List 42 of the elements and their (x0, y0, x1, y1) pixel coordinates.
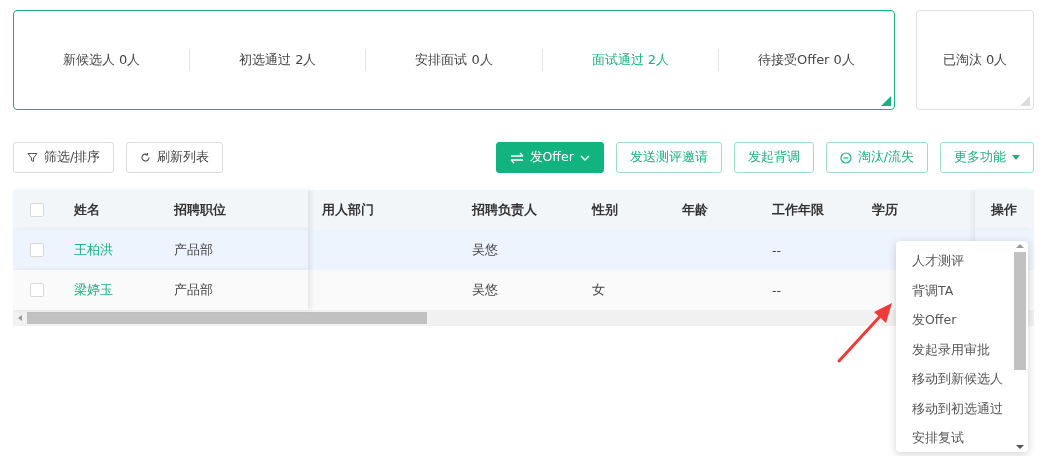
menu-item[interactable]: 安排复试 (896, 424, 1011, 452)
table-cell-text: 产品部 (173, 280, 214, 299)
eliminated-card[interactable]: 已淘汰 0人 (916, 10, 1034, 110)
checkbox[interactable] (30, 203, 44, 217)
stage-tab[interactable]: 新候选人 0人 (14, 51, 190, 69)
column-header: 操作 (991, 201, 1018, 219)
table-cell-text: -- (771, 241, 783, 260)
stage-tab[interactable]: 安排面试 0人 (366, 51, 542, 69)
ban-icon (839, 151, 852, 164)
caret-down-icon (1012, 155, 1020, 160)
stage-tab[interactable]: 初选通过 2人 (190, 51, 366, 69)
table-cell-text: 吴悠 (471, 240, 499, 259)
column-header: 年龄 (681, 200, 709, 219)
eliminated-label: 已淘汰 0人 (942, 51, 1008, 69)
menu-item[interactable]: 发Offer (896, 306, 1011, 336)
table-cell-text: 女 (591, 280, 606, 299)
column-header: 招聘职位 (172, 200, 227, 219)
checkbox[interactable] (30, 243, 44, 257)
corner-icon (1020, 96, 1030, 106)
stage-tab[interactable]: 待接受Offer 0人 (718, 51, 894, 69)
corner-icon (881, 96, 891, 106)
menu-item[interactable]: 移动到新候选人 (896, 365, 1011, 395)
swap-icon (509, 151, 524, 164)
column-header: 工作年限 (771, 200, 825, 219)
table-cell-text: 产品部 (173, 240, 214, 259)
table-cell-text: -- (771, 281, 783, 300)
checkbox[interactable] (30, 283, 44, 297)
column-header: 用人部门 (321, 200, 375, 219)
menu-item[interactable]: 移动到初选通过 (896, 394, 1011, 424)
menu-item[interactable]: 发起录用审批 (896, 335, 1011, 365)
filter-button[interactable]: 筛选/排序 (13, 142, 115, 173)
table-cell-text: 吴悠 (471, 280, 499, 299)
column-header: 招聘负责人 (470, 200, 538, 219)
filter-icon (27, 152, 38, 163)
refresh-button[interactable]: 刷新列表 (126, 142, 224, 173)
chevron-down-icon (579, 154, 590, 161)
refresh-icon (140, 152, 152, 163)
column-header: 姓名 (73, 200, 101, 219)
column-header: 学历 (871, 200, 899, 219)
menu-item[interactable]: 人才测评 (896, 247, 1011, 277)
menu-item[interactable]: 背调TA (896, 276, 1011, 306)
column-header: 性别 (590, 200, 619, 219)
